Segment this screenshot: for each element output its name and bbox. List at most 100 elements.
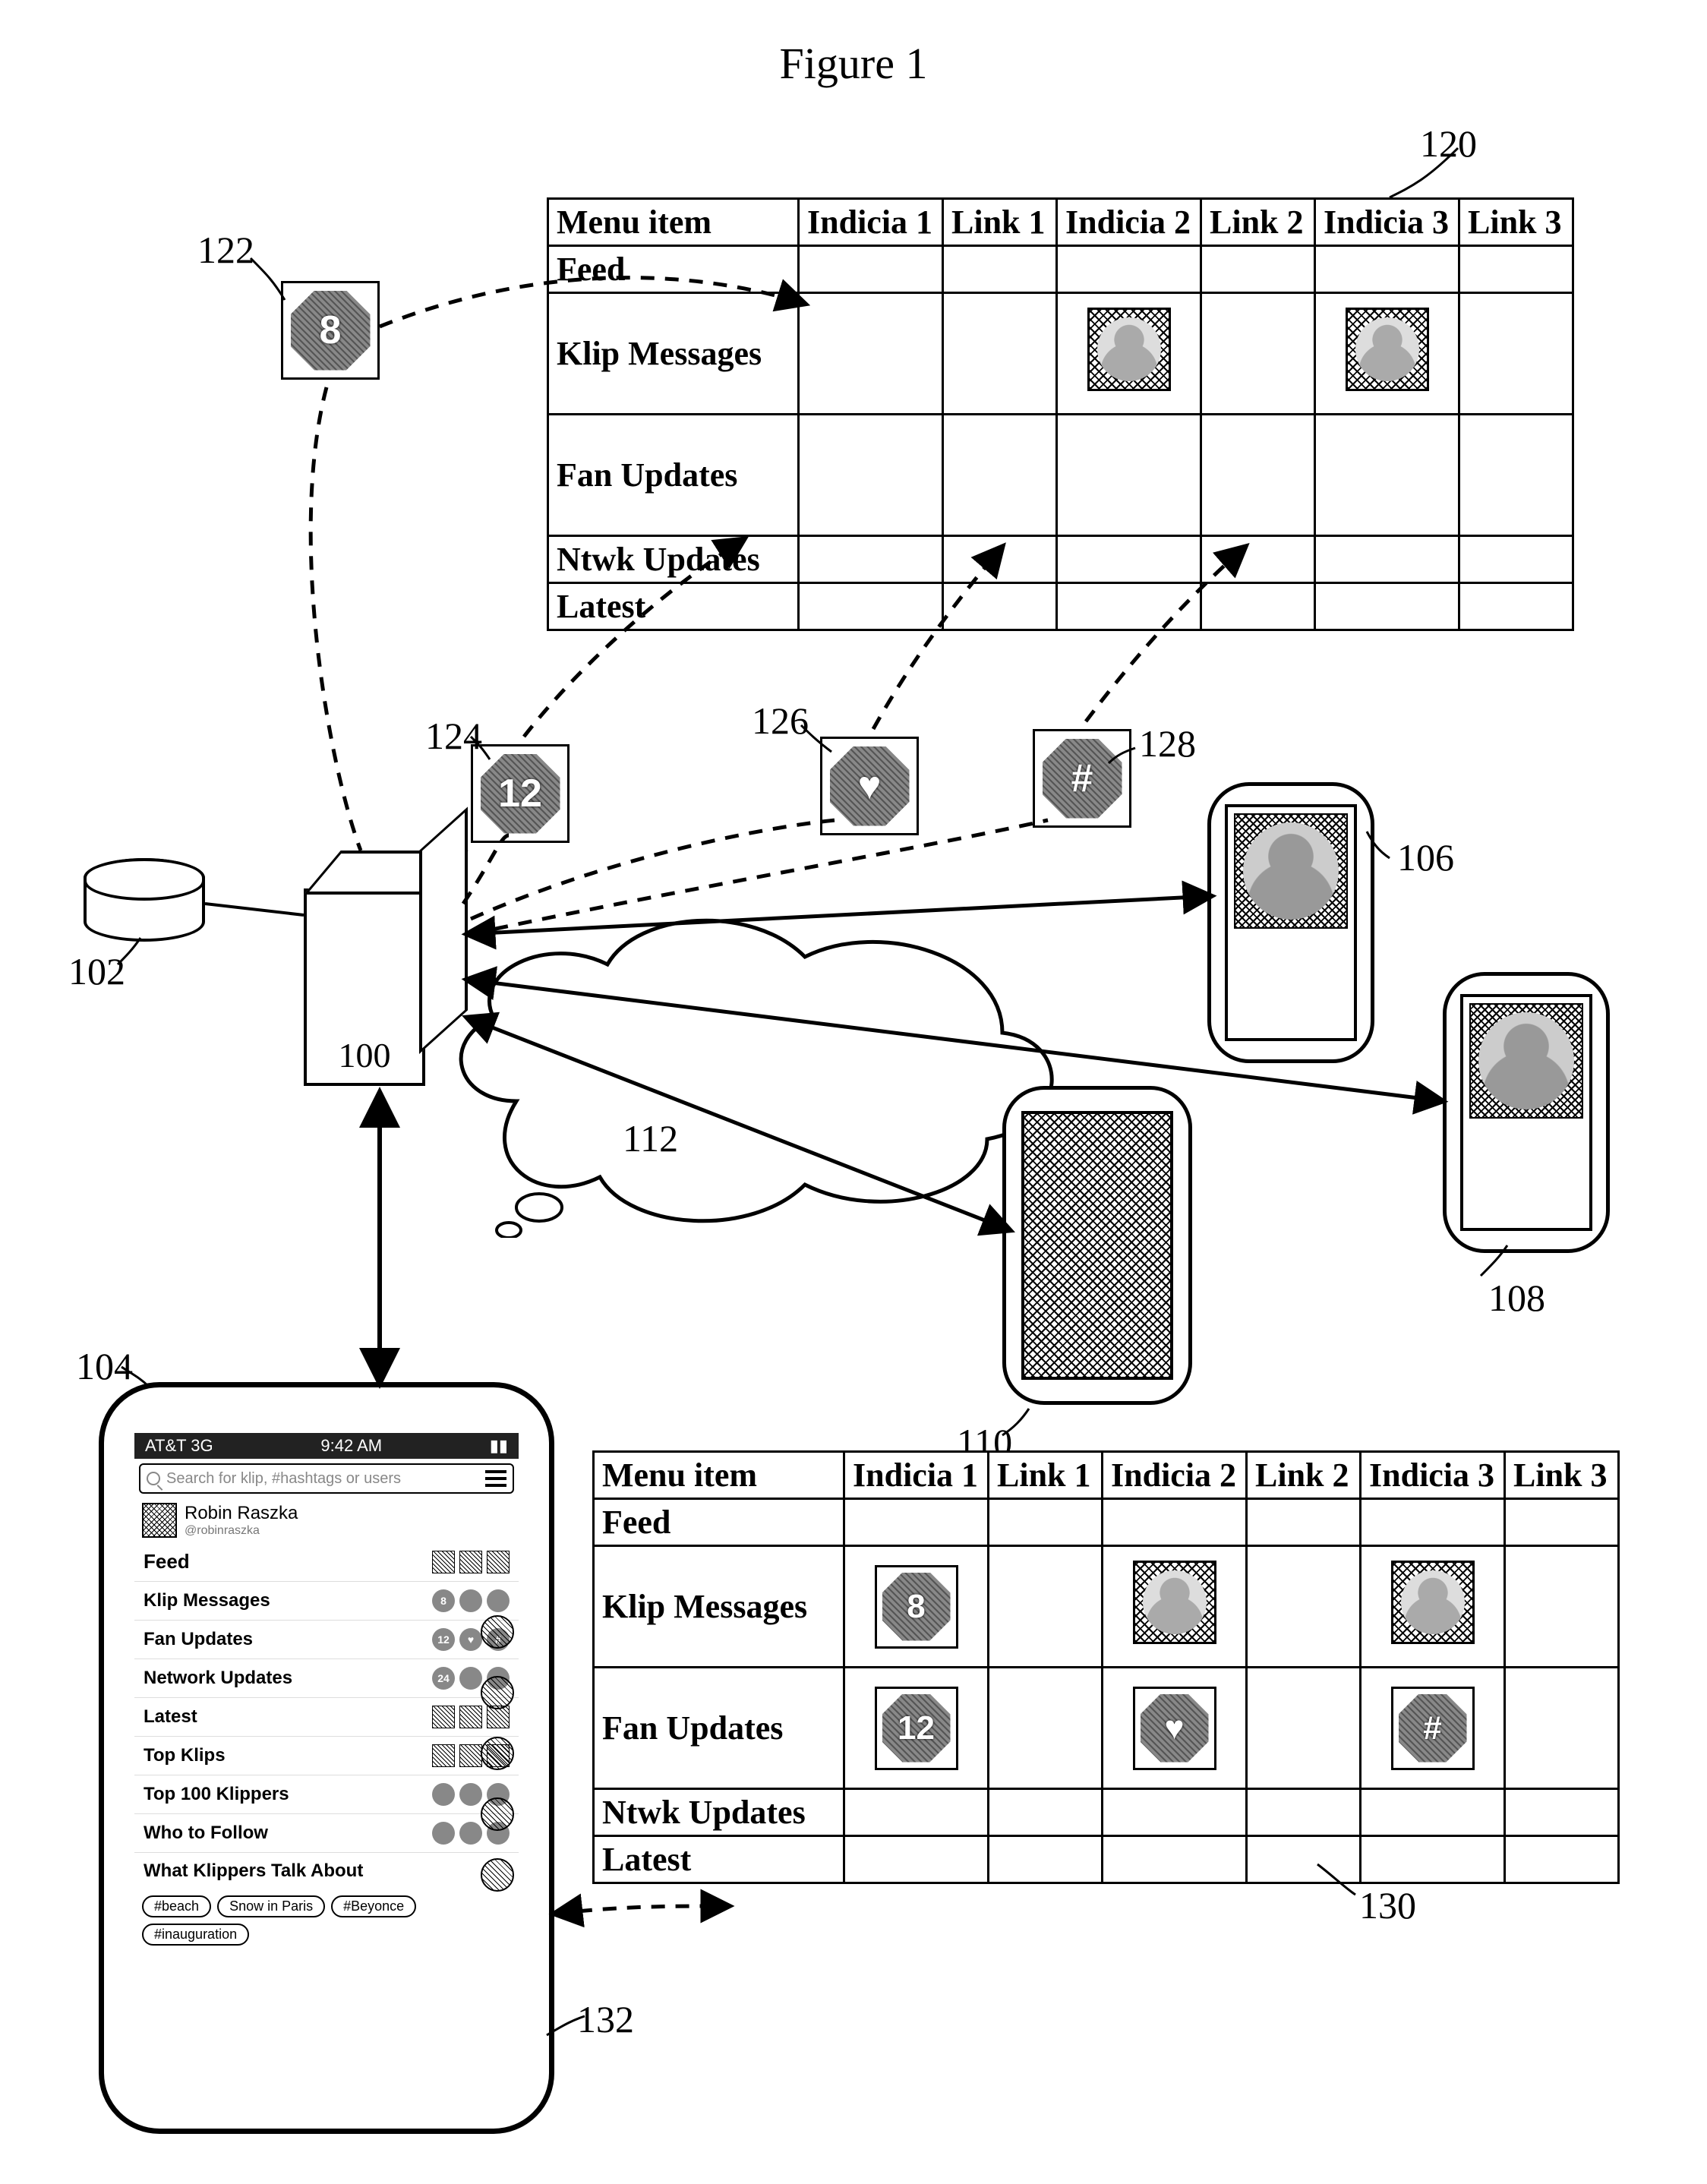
phone-110 xyxy=(1002,1086,1192,1405)
phone-106 xyxy=(1207,782,1374,1063)
avatar-icon xyxy=(1234,813,1348,929)
badge-count: 24 xyxy=(432,1667,455,1690)
th-ind1: Indicia 1 xyxy=(799,199,943,246)
table-row: Menu item Indicia 1 Link 1 Indicia 2 Lin… xyxy=(594,1452,1619,1499)
badge-hash: # xyxy=(1391,1687,1475,1770)
cell-latest: Latest xyxy=(548,583,799,630)
avatar-icon xyxy=(1391,1561,1475,1644)
hamburger-icon[interactable] xyxy=(485,1470,506,1487)
ref-104: 104 xyxy=(76,1344,133,1388)
badge-heart: ♥ xyxy=(820,737,919,835)
menu-topklips-label: Top Klips xyxy=(144,1745,226,1766)
chip[interactable]: Snow in Paris xyxy=(217,1895,325,1917)
user-row[interactable]: Robin Raszka @robinraszka xyxy=(134,1498,519,1542)
avatar-icon xyxy=(142,1503,177,1538)
avatar-icon xyxy=(481,1676,514,1709)
ref-100: 100 xyxy=(307,1035,422,1075)
avatar-icon xyxy=(1133,1561,1216,1644)
th-link1: Link 1 xyxy=(943,199,1057,246)
cell-ntwk: Ntwk Updates xyxy=(548,536,799,583)
status-time: 9:42 AM xyxy=(320,1433,382,1459)
menu-top100-label: Top 100 Klippers xyxy=(144,1784,289,1805)
menu-top-100[interactable]: Top 100 Klippers xyxy=(134,1775,519,1813)
chip[interactable]: #inauguration xyxy=(142,1924,249,1946)
cell-feed: Feed xyxy=(548,246,799,293)
avatar-icon xyxy=(1346,308,1429,391)
ref-126: 126 xyxy=(752,699,809,743)
badge-hash: # xyxy=(1033,729,1131,828)
search-placeholder: Search for klip, #hashtags or users xyxy=(166,1470,401,1488)
badge-heart: ♥ xyxy=(1133,1687,1216,1770)
status-battery-icon: ▮▮ xyxy=(490,1433,508,1459)
badge-8: 8 xyxy=(281,281,380,380)
menu-fan-updates[interactable]: Fan Updates 12 ♥ # xyxy=(134,1620,519,1659)
th-ind2: Indicia 2 xyxy=(1057,199,1201,246)
th-ind3: Indicia 3 xyxy=(1315,199,1459,246)
ref-106: 106 xyxy=(1397,835,1454,879)
menu-latest[interactable]: Latest xyxy=(134,1697,519,1736)
cell-klip-ind2 xyxy=(1057,293,1201,415)
search-input[interactable]: Search for klip, #hashtags or users xyxy=(139,1463,514,1494)
table-row: Menu item Indicia 1 Link 1 Indicia 2 Lin… xyxy=(548,199,1573,246)
badge-8-value: 8 xyxy=(291,291,371,371)
badge-12: 12 xyxy=(875,1687,958,1770)
menu-latest-label: Latest xyxy=(144,1706,197,1728)
ref-108: 108 xyxy=(1488,1276,1545,1320)
search-icon xyxy=(147,1472,160,1485)
menu-talk-about[interactable]: What Klippers Talk About xyxy=(134,1852,519,1889)
sidebar-menu: Feed Klip Messages 8 Fan Updates 12 ♥ xyxy=(134,1542,519,1889)
menu-who-follow[interactable]: Who to Follow xyxy=(134,1813,519,1852)
phone-108 xyxy=(1443,972,1610,1253)
cell-fan: Fan Updates xyxy=(548,415,799,536)
badge-12-value: 12 xyxy=(481,754,560,834)
server-box: 100 xyxy=(304,888,425,1086)
badge-8: 8 xyxy=(875,1565,958,1649)
menu-klip-messages[interactable]: Klip Messages 8 xyxy=(134,1581,519,1620)
ref-120: 120 xyxy=(1420,122,1477,166)
chip[interactable]: #beach xyxy=(142,1895,211,1917)
th-link2: Link 2 xyxy=(1201,199,1315,246)
menu-feed-label: Feed xyxy=(144,1550,190,1573)
menu-network-updates[interactable]: Network Updates 24 xyxy=(134,1659,519,1697)
chip[interactable]: #Beyonce xyxy=(331,1895,416,1917)
menu-feed[interactable]: Feed xyxy=(134,1542,519,1581)
ref-102: 102 xyxy=(68,949,125,993)
avatar-icon xyxy=(481,1858,514,1892)
table-row: Fan Updates 12 ♥ # xyxy=(594,1668,1619,1789)
menu-top-klips[interactable]: Top Klips xyxy=(134,1736,519,1775)
table-row: Fan Updates xyxy=(548,415,1573,536)
ref-128: 128 xyxy=(1139,721,1196,765)
database-cylinder xyxy=(84,858,205,942)
table-row: Ntwk Updates xyxy=(594,1789,1619,1836)
topic-chips: #beach Snow in Paris #Beyonce #inaugurat… xyxy=(134,1889,519,1952)
badge-12: 12 xyxy=(471,744,570,843)
ref-112: 112 xyxy=(623,1116,678,1160)
table-row: Feed xyxy=(594,1499,1619,1546)
ref-124: 124 xyxy=(425,714,482,758)
figure-1-diagram: Figure 1 Menu item Indicia 1 Link 1 Indi… xyxy=(0,0,1707,2184)
ref-122: 122 xyxy=(197,228,254,272)
menu-talkabout-label: What Klippers Talk About xyxy=(144,1861,363,1882)
table-row: Klip Messages 8 xyxy=(594,1546,1619,1668)
menu-whofollow-label: Who to Follow xyxy=(144,1823,268,1844)
th-link3: Link 3 xyxy=(1459,199,1573,246)
ref-130: 130 xyxy=(1359,1883,1416,1927)
cell-klip: Klip Messages xyxy=(548,293,799,415)
avatar-icon xyxy=(481,1797,514,1831)
status-carrier: AT&T 3G xyxy=(145,1433,213,1459)
avatar-icon xyxy=(1469,1003,1583,1119)
user-handle: @robinraszka xyxy=(185,1524,298,1538)
table-130: Menu item Indicia 1 Link 1 Indicia 2 Lin… xyxy=(592,1450,1620,1884)
badge-count: 12 xyxy=(432,1628,455,1651)
side-avatar-column xyxy=(475,1539,520,2083)
figure-title: Figure 1 xyxy=(0,38,1707,89)
hash-icon: # xyxy=(1043,739,1122,819)
table-row: Feed xyxy=(548,246,1573,293)
table-120: Menu item Indicia 1 Link 1 Indicia 2 Lin… xyxy=(547,197,1574,631)
menu-network-label: Network Updates xyxy=(144,1668,292,1689)
table-row: Klip Messages xyxy=(548,293,1573,415)
cloud-network xyxy=(425,888,1086,1238)
menu-fan-label: Fan Updates xyxy=(144,1629,253,1650)
status-bar: AT&T 3G 9:42 AM ▮▮ xyxy=(134,1433,519,1459)
menu-klip-label: Klip Messages xyxy=(144,1590,270,1611)
